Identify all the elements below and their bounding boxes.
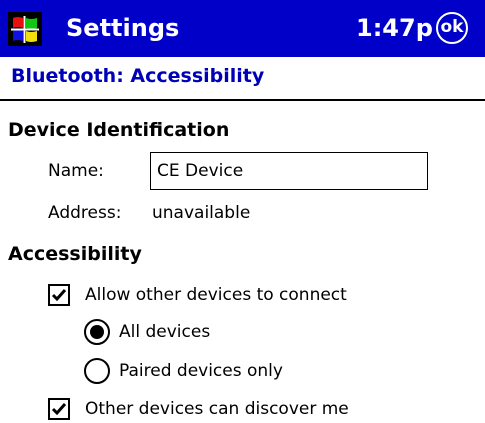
allow-connect-checkbox[interactable]: [48, 284, 70, 306]
name-label: Name:: [48, 161, 104, 181]
checkmark-icon: [51, 289, 67, 302]
discoverable-checkbox[interactable]: [48, 398, 70, 420]
header-divider: [0, 99, 485, 101]
section-title-device-identification: Device Identification: [8, 119, 230, 141]
page-title: Bluetooth: Accessibility: [11, 65, 265, 87]
device-name-input[interactable]: [150, 152, 428, 190]
radio-all-devices[interactable]: [84, 319, 110, 345]
checkmark-icon: [51, 403, 67, 416]
ok-button[interactable]: ok: [436, 12, 468, 44]
radio-all-devices-label[interactable]: All devices: [119, 320, 210, 344]
windows-flag-icon[interactable]: [8, 12, 42, 46]
radio-paired-devices-only[interactable]: [84, 358, 110, 384]
radio-selected-dot: [90, 325, 104, 339]
allow-connect-label[interactable]: Allow other devices to connect: [85, 283, 347, 307]
clock[interactable]: 1:47p: [356, 12, 433, 44]
address-value: unavailable: [152, 203, 251, 223]
app-title: Settings: [66, 14, 180, 42]
address-label: Address:: [48, 203, 122, 223]
discoverable-label[interactable]: Other devices can discover me: [85, 397, 349, 421]
title-bar: Settings 1:47p ok: [0, 0, 485, 57]
radio-paired-devices-only-label[interactable]: Paired devices only: [119, 359, 283, 383]
section-title-accessibility: Accessibility: [8, 243, 142, 265]
